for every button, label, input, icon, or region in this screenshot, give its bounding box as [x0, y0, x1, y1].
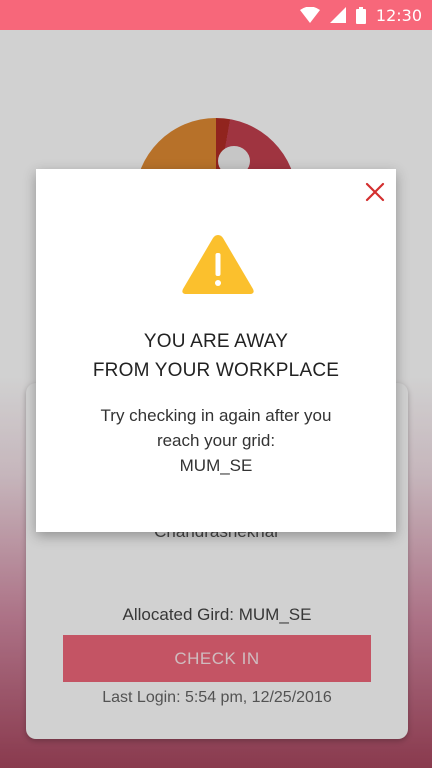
dialog-title: YOU ARE AWAY FROM YOUR WORKPLACE	[36, 327, 396, 385]
dialog-grid: MUM_SE	[179, 456, 253, 475]
signal-icon	[329, 7, 346, 23]
dialog-title-line2: FROM YOUR WORKPLACE	[92, 360, 340, 381]
wifi-icon	[299, 7, 320, 23]
status-bar: 12:30	[0, 0, 432, 30]
close-icon[interactable]	[364, 181, 386, 203]
dialog-message-line2: reach your grid:	[156, 431, 276, 450]
warning-icon	[180, 231, 256, 297]
battery-icon	[355, 6, 366, 24]
dialog-message-line1: Try checking in again after you	[100, 406, 332, 425]
dialog-message: Try checking in again after you reach yo…	[36, 403, 396, 478]
away-dialog: YOU ARE AWAY FROM YOUR WORKPLACE Try che…	[36, 169, 396, 532]
status-time: 12:30	[375, 5, 422, 25]
dialog-title-line1: YOU ARE AWAY	[143, 331, 289, 352]
